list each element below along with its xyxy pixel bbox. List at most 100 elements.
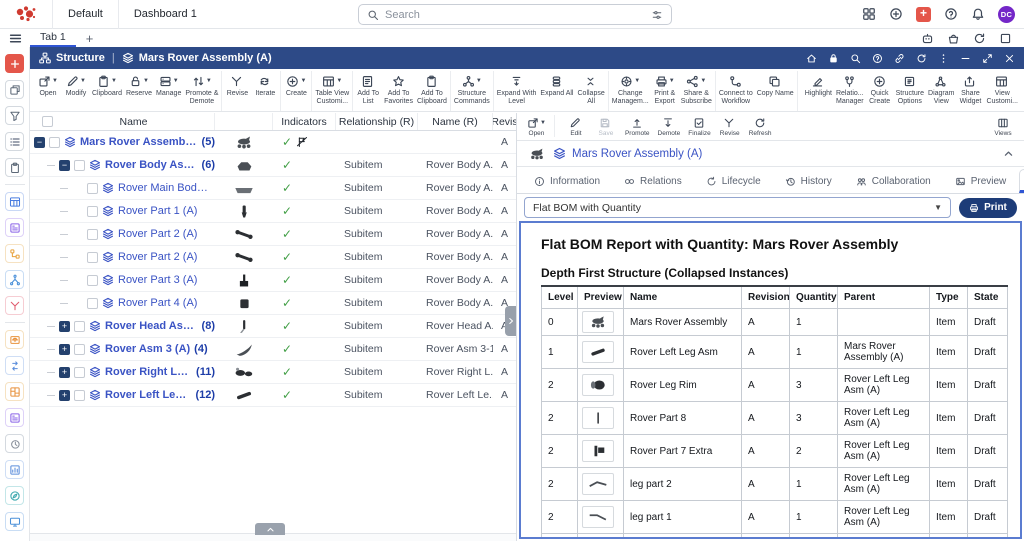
toolbar-button-share-subscribe[interactable]: ▼ Share & Subscribe: [679, 71, 714, 111]
toolbar-button-create[interactable]: ▼ Create: [282, 71, 310, 111]
tab-1[interactable]: Tab 1: [30, 30, 76, 47]
tree-row[interactable]: Rover Part 2 (A) ✓ Subitem Rover Body A.…: [30, 223, 516, 246]
sidebar-item-form-view[interactable]: [5, 218, 24, 237]
detail-button-demote[interactable]: Demote: [654, 115, 685, 137]
app-logo-icon[interactable]: [0, 4, 52, 24]
sidebar-item-tree-view[interactable]: [5, 244, 24, 263]
workspace-tab-dashboard[interactable]: Dashboard 1: [118, 0, 212, 29]
tree-row[interactable]: Rover Part 1 (A) ✓ Subitem Rover Body A.…: [30, 200, 516, 223]
report-select[interactable]: Flat BOM with Quantity ▼: [524, 197, 951, 218]
sidebar-item-preview-browser[interactable]: [5, 330, 24, 349]
user-avatar[interactable]: DC: [998, 6, 1015, 23]
row-checkbox[interactable]: [87, 183, 98, 194]
tree-row[interactable]: − Mars Rover Assembly (A) (5) ✓ A: [30, 131, 516, 154]
global-search[interactable]: [358, 4, 672, 25]
row-checkbox[interactable]: [49, 137, 60, 148]
column-preview[interactable]: [215, 113, 273, 130]
row-checkbox[interactable]: [87, 275, 98, 286]
main-menu-icon[interactable]: [8, 32, 23, 45]
toolbar-button-add-to-list[interactable]: Add To List: [354, 71, 382, 111]
sidebar-item-document[interactable]: [5, 408, 24, 427]
toolbar-button-expand-all[interactable]: Expand All: [538, 71, 575, 111]
detail-button-revise[interactable]: Revise: [715, 115, 745, 137]
sidebar-item-clipboard[interactable]: [5, 158, 24, 177]
item-name-link[interactable]: Rover Part 2 (A): [118, 251, 197, 263]
row-checkbox[interactable]: [87, 229, 98, 240]
sidebar-item-reports[interactable]: [5, 460, 24, 479]
toolbar-button-change-managem[interactable]: ▼ Change Managem...: [610, 71, 651, 111]
expander-toggle[interactable]: +: [59, 367, 70, 378]
tab-collaboration[interactable]: Collaboration: [845, 169, 942, 193]
tree-row[interactable]: Rover Part 3 (A) ✓ Subitem Rover Body A.…: [30, 269, 516, 292]
sidebar-item-new-window[interactable]: [5, 80, 24, 99]
row-checkbox[interactable]: [74, 390, 85, 401]
toolbar-button-open[interactable]: ▼ Open: [34, 71, 62, 111]
toolbar-button-copy-name[interactable]: Copy Name: [755, 71, 796, 111]
home-icon[interactable]: [806, 53, 817, 64]
assistant-icon[interactable]: [921, 32, 934, 45]
select-all-checkbox[interactable]: [42, 116, 53, 127]
sidebar-item-table-view[interactable]: [5, 192, 24, 211]
detail-item-title[interactable]: Mars Rover Assembly (A): [572, 148, 702, 160]
sidebar-item-nodes-view[interactable]: [5, 270, 24, 289]
item-name-link[interactable]: Rover Head Asm (A): [105, 320, 198, 332]
expander-toggle[interactable]: −: [59, 160, 70, 171]
toolbar-button-revise[interactable]: Revise: [223, 71, 251, 111]
item-name-link[interactable]: Rover Part 3 (A): [118, 274, 197, 286]
sidebar-item-filter[interactable]: [5, 106, 24, 125]
detail-button-save[interactable]: Save: [591, 115, 621, 137]
expander-toggle[interactable]: −: [34, 137, 45, 148]
tab-history[interactable]: History: [774, 169, 843, 193]
toolbar-button-manage[interactable]: ▼ Manage: [154, 71, 183, 111]
expander-toggle[interactable]: +: [59, 344, 70, 355]
link-icon[interactable]: [894, 53, 905, 64]
minus-icon[interactable]: [960, 53, 971, 64]
column-name[interactable]: Name: [53, 116, 214, 128]
tree-row[interactable]: Rover Part 2 (A) ✓ Subitem Rover Body A.…: [30, 246, 516, 269]
row-checkbox[interactable]: [87, 206, 98, 217]
toolbar-button-modify[interactable]: ▼ Modify: [62, 71, 90, 111]
help-icon[interactable]: [944, 7, 958, 21]
notifications-bell-icon[interactable]: [971, 7, 985, 21]
item-name-link[interactable]: Rover Part 2 (A): [118, 228, 197, 240]
sidebar-item-layout[interactable]: [5, 382, 24, 401]
tab-relations[interactable]: Relations: [613, 169, 693, 193]
detail-button-views[interactable]: Views: [988, 115, 1018, 137]
item-name-link[interactable]: Rover Part 4 (A): [118, 297, 197, 309]
row-checkbox[interactable]: [74, 367, 85, 378]
toolbar-button-reserve[interactable]: ▼ Reserve: [124, 71, 154, 111]
collapse-bottom-handle[interactable]: [255, 523, 285, 535]
tab-lifecycle[interactable]: Lifecycle: [695, 169, 772, 193]
resize-icon[interactable]: [982, 53, 993, 64]
refresh-icon[interactable]: [916, 53, 927, 64]
row-checkbox[interactable]: [74, 344, 85, 355]
toolbar-button-structure-commands[interactable]: ▼ Structure Commands: [452, 71, 492, 111]
sidebar-item-list-view[interactable]: [5, 132, 24, 151]
item-name-link[interactable]: Rover Part 1 (A): [118, 205, 197, 217]
sidebar-item-compare[interactable]: [5, 356, 24, 375]
toolbar-button-relatio-manager[interactable]: Relatio... Manager: [834, 71, 866, 111]
toolbar-button-structure-options[interactable]: Structure Options: [894, 71, 926, 111]
tree-row[interactable]: + Rover Head Asm (A) (8) ✓ Subitem Rover…: [30, 315, 516, 338]
maximize-icon[interactable]: [999, 32, 1012, 45]
toolbar-button-clipboard[interactable]: ▼ Clipboard: [90, 71, 124, 111]
expand-panel-handle[interactable]: [505, 306, 516, 336]
toolbar-button-add-to-clipboard[interactable]: Add To Clipboard: [415, 71, 449, 111]
search-filters-icon[interactable]: [651, 9, 663, 21]
item-name-link[interactable]: Rover Asm 3 (A): [105, 343, 190, 355]
toolbar-button-add-to-favorites[interactable]: Add To Favorites: [382, 71, 415, 111]
toolbar-button-quick-create[interactable]: Quick Create: [866, 71, 894, 111]
row-checkbox[interactable]: [87, 298, 98, 309]
row-checkbox[interactable]: [74, 160, 85, 171]
search-input[interactable]: [385, 9, 645, 21]
item-name-link[interactable]: Rover Body Assembly (A): [105, 159, 198, 171]
detail-button-promote[interactable]: Promote: [621, 115, 654, 137]
quick-add-button[interactable]: +: [916, 7, 931, 22]
item-name-link[interactable]: Mars Rover Assembly (A): [80, 136, 198, 148]
sidebar-item-monitor[interactable]: [5, 512, 24, 531]
tree-row[interactable]: Rover Main Body (A) ✓ Subitem Rover Body…: [30, 177, 516, 200]
tree-row[interactable]: + Rover Asm 3 (A) (4) ✓ Subitem Rover As…: [30, 338, 516, 361]
refresh-icon[interactable]: [973, 32, 986, 45]
toolbar-button-iterate[interactable]: Iterate: [251, 71, 279, 111]
detail-button-open[interactable]: ▼ Open: [523, 115, 555, 137]
